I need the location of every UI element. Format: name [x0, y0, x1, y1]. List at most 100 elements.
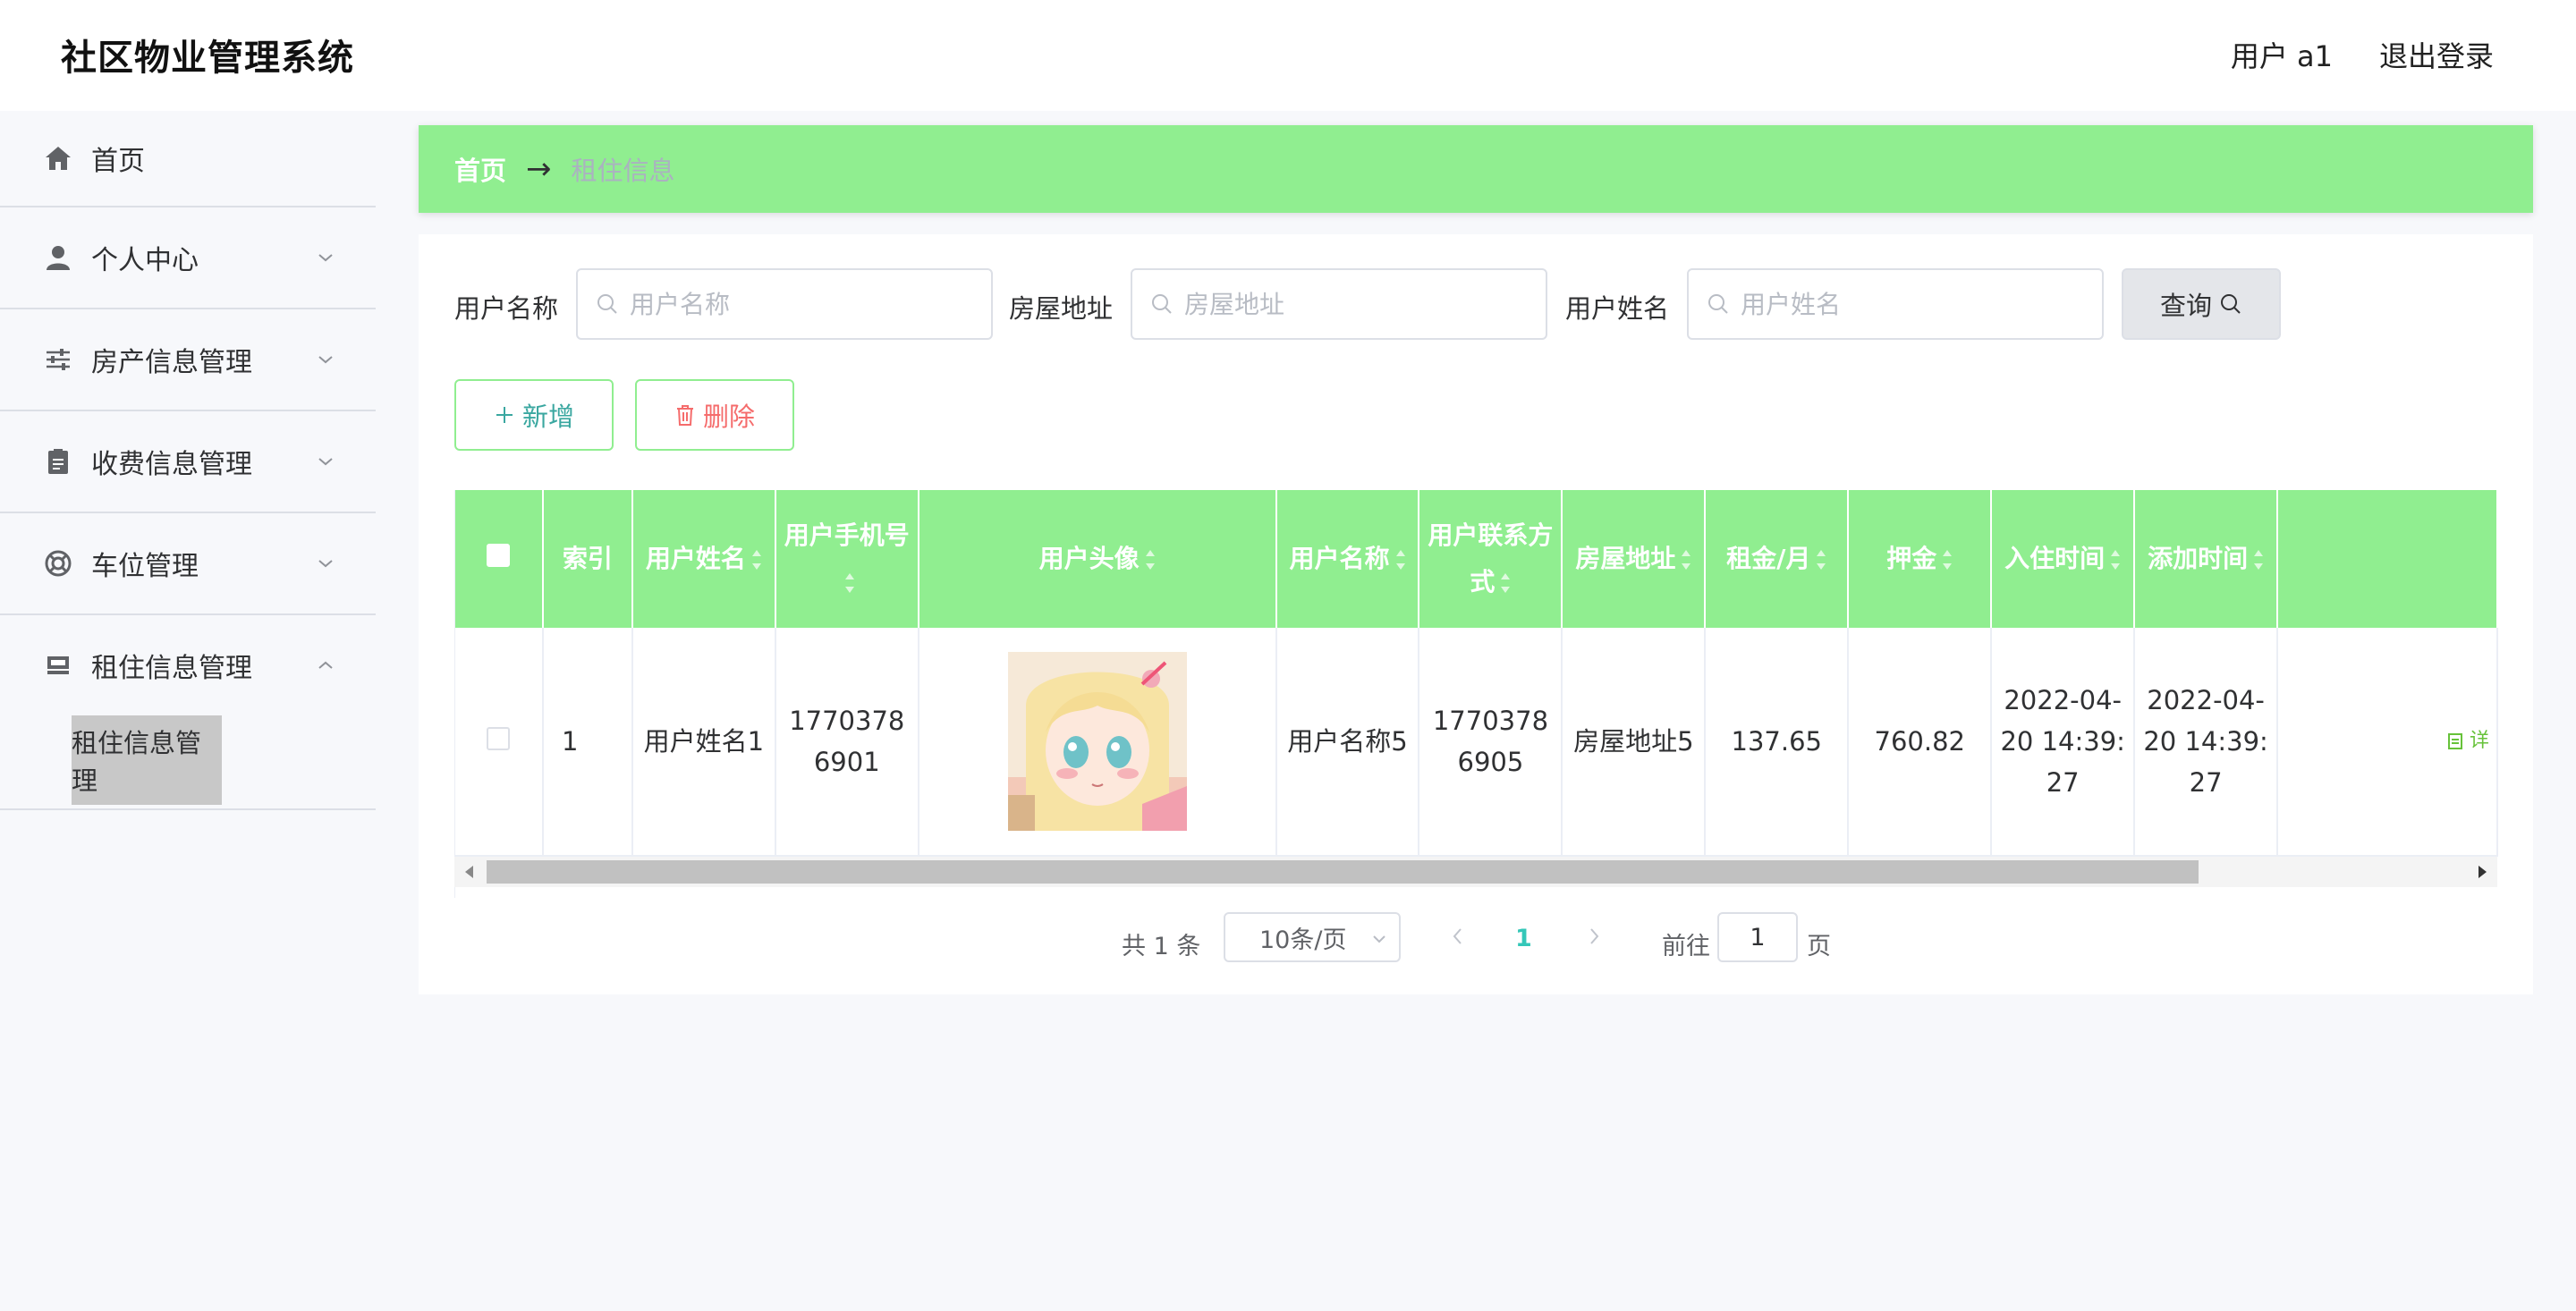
sidebar-item-label: 收费信息管理	[91, 449, 252, 480]
search-icon	[597, 294, 617, 314]
search-field-username[interactable]	[576, 268, 993, 340]
column-header-rent[interactable]: 租金/月	[1705, 490, 1850, 628]
sort-icon[interactable]	[844, 573, 855, 593]
page-size-value: 10条/页	[1259, 926, 1347, 954]
column-header-avatar[interactable]: 用户头像	[918, 490, 1277, 628]
column-header-checkin-time[interactable]: 入住时间	[1991, 490, 2136, 628]
app-title: 社区物业管理系统	[61, 38, 354, 79]
cell-added-time: 2022-04-20 14:39:27	[2134, 628, 2279, 857]
chevron-down-icon	[318, 254, 333, 262]
sidebar-item-label: 房产信息管理	[91, 347, 252, 378]
page-number-current[interactable]: 1	[1515, 925, 1532, 952]
scroll-left-arrow-icon[interactable]	[465, 866, 473, 878]
table-header-row: 索引 用户姓名 用户手机号 用户头像 用户名称 用户联系方式 房屋地址 租金/月…	[455, 490, 2498, 628]
detail-button[interactable]: 详	[2285, 721, 2489, 762]
submenu-item-rental-management[interactable]: 租住信息管理	[72, 715, 222, 805]
search-field-address[interactable]	[1131, 268, 1547, 340]
search-label-realname: 用户姓名	[1565, 293, 1670, 324]
realname-input[interactable]	[1739, 288, 2082, 320]
sidebar-item-parking[interactable]: 车位管理	[0, 513, 376, 615]
address-input[interactable]	[1182, 288, 1526, 320]
query-button[interactable]: 查询	[2122, 268, 2281, 340]
lifebuoy-icon	[43, 548, 73, 579]
column-header-user-realname[interactable]: 用户姓名	[631, 490, 776, 628]
column-header-contact[interactable]: 用户联系方式	[1419, 490, 1563, 628]
sort-icon[interactable]	[1145, 550, 1156, 570]
breadcrumb-home[interactable]: 首页	[454, 150, 506, 188]
table-row: 1 用户姓名1 17703786901 用户名称5 17703786905 房屋…	[455, 628, 2498, 857]
sort-icon[interactable]	[1681, 550, 1691, 570]
current-user[interactable]: 用户 a1	[2231, 34, 2333, 75]
delete-button[interactable]: 删除	[635, 379, 794, 451]
plus-icon	[496, 407, 513, 423]
pagination-total: 共 1 条	[1122, 933, 1201, 960]
breadcrumb: 首页 → 租住信息	[419, 125, 2533, 213]
sort-icon[interactable]	[1395, 550, 1406, 570]
goto-page-input[interactable]	[1717, 912, 1798, 962]
sort-icon[interactable]	[1500, 573, 1511, 593]
column-header-deposit[interactable]: 押金	[1848, 490, 1993, 628]
search-label-address: 房屋地址	[1009, 293, 1114, 324]
sidebar-item-label: 个人中心	[91, 245, 199, 276]
main-panel: 用户名称 房屋地址 用户姓名 查询 新增 删除	[419, 234, 2533, 994]
chevron-up-icon	[318, 661, 333, 669]
sidebar-item-fees[interactable]: 收费信息管理	[0, 411, 376, 513]
sidebar-item-property[interactable]: 房产信息管理	[0, 309, 376, 411]
chevron-down-icon	[318, 560, 333, 568]
cell-user-phone: 17703786901	[775, 628, 919, 857]
breadcrumb-separator: →	[526, 151, 552, 187]
sidebar-item-rental[interactable]: 租住信息管理	[0, 615, 376, 715]
add-button[interactable]: 新增	[454, 379, 614, 451]
cell-user-realname: 用户姓名1	[631, 628, 776, 857]
cell-checkin-time: 2022-04-20 14:39:27	[1991, 628, 2136, 857]
top-right-actions: 用户 a1 退出登录	[2231, 34, 2494, 75]
user-avatar-image[interactable]	[1007, 652, 1187, 831]
column-header-username[interactable]: 用户名称	[1275, 490, 1420, 628]
scroll-right-arrow-icon[interactable]	[2479, 866, 2487, 878]
horizontal-scrollbar[interactable]	[454, 857, 2497, 887]
sliders-icon	[43, 344, 73, 375]
sidebar-item-label: 车位管理	[91, 551, 199, 582]
search-icon	[1708, 294, 1728, 314]
column-header-index: 索引	[542, 490, 633, 628]
next-page-icon[interactable]	[1583, 923, 1605, 950]
trash-icon	[676, 405, 693, 426]
rental-submenu: 租住信息管理	[0, 715, 376, 810]
data-table: 索引 用户姓名 用户手机号 用户头像 用户名称 用户联系方式 房屋地址 租金/月…	[454, 490, 2498, 898]
cell-address: 房屋地址5	[1562, 628, 1707, 857]
select-all-header	[455, 490, 544, 628]
column-header-user-phone[interactable]: 用户手机号	[775, 490, 919, 628]
sort-icon[interactable]	[751, 550, 762, 570]
add-button-label: 新增	[521, 402, 574, 432]
row-select-cell	[455, 628, 544, 857]
sort-icon[interactable]	[1942, 550, 1953, 570]
search-field-realname[interactable]	[1687, 268, 2104, 340]
user-icon	[43, 242, 73, 273]
sort-icon[interactable]	[2110, 550, 2121, 570]
username-input[interactable]	[628, 288, 971, 320]
page-size-select[interactable]: 10条/页	[1224, 912, 1401, 962]
sidebar-item-label: 租住信息管理	[91, 653, 252, 684]
logout-link[interactable]: 退出登录	[2379, 34, 2494, 75]
sort-icon[interactable]	[2253, 550, 2264, 570]
cell-index: 1	[542, 628, 633, 857]
scrollbar-thumb[interactable]	[487, 860, 2199, 884]
cell-contact: 17703786905	[1419, 628, 1563, 857]
top-bar: 社区物业管理系统 用户 a1 退出登录	[0, 0, 2576, 111]
sidebar-item-personal-center[interactable]: 个人中心	[0, 207, 376, 309]
goto-label: 前往	[1662, 933, 1710, 960]
chevron-down-icon	[1373, 935, 1385, 943]
cell-deposit: 760.82	[1848, 628, 1993, 857]
sidebar: 首页 个人中心 房产信息管理 收费信息管理 车位管理 租住信息管理 租住信息管理	[0, 111, 376, 1311]
chevron-down-icon	[318, 356, 333, 364]
search-icon	[1152, 294, 1172, 314]
row-checkbox[interactable]	[487, 727, 511, 750]
cell-operations: 详	[2277, 628, 2498, 857]
select-all-checkbox[interactable]	[487, 544, 511, 567]
chevron-down-icon	[318, 458, 333, 466]
sort-icon[interactable]	[1816, 550, 1826, 570]
prev-page-icon[interactable]	[1447, 923, 1469, 950]
sidebar-item-home[interactable]: 首页	[0, 111, 376, 207]
column-header-added-time[interactable]: 添加时间	[2134, 490, 2279, 628]
column-header-address[interactable]: 房屋地址	[1562, 490, 1707, 628]
